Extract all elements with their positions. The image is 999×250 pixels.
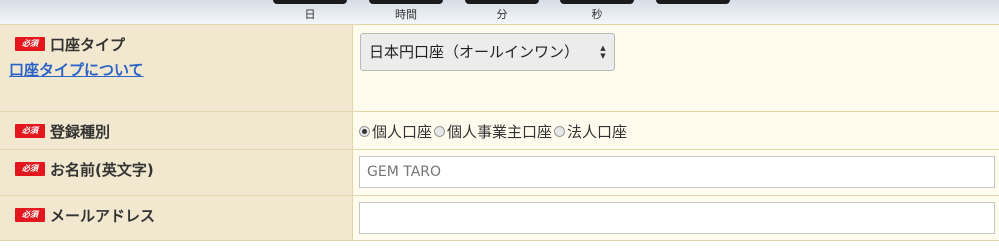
account-type-label: 口座タイプ — [50, 36, 126, 54]
registration-type-label: 登録種別 — [50, 123, 111, 141]
countdown-hours-label: 時間 — [395, 8, 417, 21]
email-value-cell — [353, 196, 999, 240]
select-arrows-icon: ▲ ▼ — [600, 44, 606, 60]
countdown-seconds-label: 秒 — [591, 8, 603, 21]
account-type-row: 必須 口座タイプ 口座タイプについて 日本円口座（オールインワン） ▲ ▼ — [0, 24, 999, 111]
required-badge: 必須 — [15, 124, 45, 138]
account-type-selected-value: 日本円口座（オールインワン） — [369, 43, 580, 61]
registration-type-row: 必須 登録種別 個人口座 個人事業主口座 法人口座 — [0, 111, 999, 149]
email-row: 必須 メールアドレス — [0, 195, 999, 241]
account-type-value-cell: 日本円口座（オールインワン） ▲ ▼ — [353, 25, 999, 111]
email-label: メールアドレス — [50, 207, 156, 225]
registration-type-label-cell: 必須 登録種別 — [0, 112, 353, 149]
countdown-hours-box — [369, 0, 443, 4]
radio-individual-label[interactable]: 個人口座 — [372, 123, 432, 141]
required-badge: 必須 — [15, 208, 45, 222]
account-type-help-link[interactable]: 口座タイプについて — [9, 59, 144, 80]
countdown-minutes-label: 分 — [496, 8, 508, 21]
account-type-select[interactable]: 日本円口座（オールインワン） ▲ ▼ — [360, 33, 615, 71]
registration-type-value-cell: 個人口座 個人事業主口座 法人口座 — [353, 112, 999, 149]
email-label-cell: 必須 メールアドレス — [0, 196, 353, 240]
name-en-input[interactable] — [359, 156, 995, 188]
radio-individual[interactable] — [359, 125, 370, 137]
radio-sole-proprietor[interactable] — [434, 125, 446, 137]
name-en-row: 必須 お名前(英文字) — [0, 149, 999, 195]
account-type-label-cell: 必須 口座タイプ 口座タイプについて — [0, 25, 353, 111]
countdown-extra-box — [656, 0, 730, 4]
countdown-seconds-box — [560, 0, 634, 4]
radio-corporate-label[interactable]: 法人口座 — [567, 123, 627, 141]
required-badge: 必須 — [15, 162, 45, 176]
email-input[interactable] — [359, 202, 995, 234]
radio-corporate[interactable] — [554, 125, 566, 137]
countdown-days-box — [273, 0, 347, 4]
radio-sole-proprietor-label[interactable]: 個人事業主口座 — [447, 123, 552, 141]
name-en-label: お名前(英文字) — [50, 161, 154, 179]
name-en-value-cell — [353, 150, 999, 195]
countdown-strip: 日 時間 分 秒 — [0, 0, 999, 24]
countdown-days-label: 日 — [304, 8, 316, 21]
required-badge: 必須 — [15, 37, 45, 51]
name-en-label-cell: 必須 お名前(英文字) — [0, 150, 353, 195]
countdown-minutes-box — [465, 0, 539, 4]
registration-type-radio-group: 個人口座 個人事業主口座 法人口座 — [359, 121, 629, 142]
